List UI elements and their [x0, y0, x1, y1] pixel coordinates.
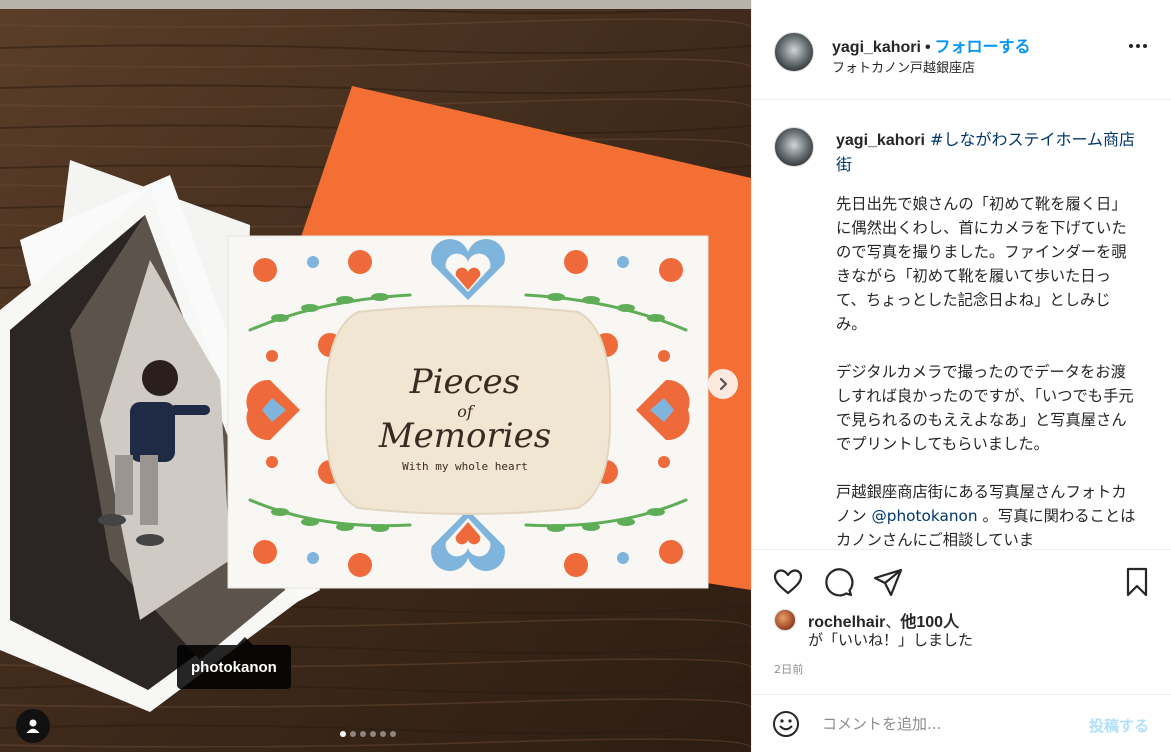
caption-mention[interactable]: @photokanon [871, 507, 977, 525]
greeting-card: Pieces of Memories With my whole heart [227, 235, 709, 589]
carousel-dot [370, 731, 376, 737]
user-tag-label[interactable]: photokanon [177, 637, 291, 689]
post-location[interactable]: フォトカノン戸越銀座店 [832, 57, 975, 76]
bookmark-icon[interactable] [1121, 566, 1153, 598]
caption-avatar[interactable] [774, 127, 814, 167]
post-comment-button[interactable]: 投稿する [1089, 715, 1149, 736]
caption-paragraph-1: 先日出先で娘さんの「初めて靴を履く日」に偶然出くわし、首にカメラを下げていたので… [836, 195, 1127, 333]
share-icon[interactable] [872, 566, 904, 598]
card-title-line2: Memories [378, 416, 551, 456]
heart-icon[interactable] [772, 566, 804, 598]
card-title-line1: Pieces [409, 362, 520, 402]
show-tags-button[interactable] [16, 709, 50, 743]
comment-bar: 投稿する [752, 694, 1171, 752]
caption-header: yagi_kahori #しながわステイホーム商店街 [836, 128, 1136, 177]
carousel-dot [360, 731, 366, 737]
comment-icon[interactable] [822, 566, 854, 598]
carousel-dot [390, 731, 396, 737]
header-username[interactable]: yagi_kahori [832, 39, 921, 56]
caption-area: yagi_kahori #しながわステイホーム商店街 先日出先で娘さんの「初めて… [752, 101, 1171, 549]
post-media[interactable]: Pieces of Memories With my whole heart p… [0, 0, 751, 752]
media-top-strip [0, 0, 751, 9]
post-header: yagi_kahori • フォローする フォトカノン戸越銀座店 [752, 0, 1171, 100]
follow-button[interactable]: フォローする [935, 39, 1031, 56]
carousel-indicator [340, 731, 396, 737]
action-bar [752, 549, 1171, 617]
caption-paragraph-2: デジタルカメラで撮ったのでデータをお渡しすれば良かったのですが、「いつでも手元で… [836, 363, 1134, 453]
post-photo: Pieces of Memories With my whole heart [0, 9, 751, 752]
avatar[interactable] [774, 32, 814, 72]
caption-username[interactable]: yagi_kahori [836, 132, 925, 149]
caption-text: 先日出先で娘さんの「初めて靴を履く日」に偶然出くわし、首にカメラを下げていたので… [836, 192, 1136, 549]
avatar[interactable] [774, 609, 796, 631]
header-user-line: yagi_kahori • フォローする [832, 33, 1031, 57]
chevron-right-icon [719, 377, 728, 391]
carousel-dot [350, 731, 356, 737]
carousel-dot [340, 731, 346, 737]
next-image-button[interactable] [708, 369, 738, 399]
post-sidebar: yagi_kahori • フォローする フォトカノン戸越銀座店 yagi_kaho… [751, 0, 1171, 752]
caption-paragraph-3: 戸越銀座商店街にある写真屋さんフォトカノン @photokanon 。写真に関わ… [836, 480, 1136, 549]
emoji-icon[interactable] [772, 710, 800, 738]
comment-input[interactable] [822, 709, 1072, 739]
user-tag-icon [26, 719, 40, 733]
card-subtitle: With my whole heart [402, 460, 528, 473]
header-separator: • [924, 39, 931, 56]
post-timestamp[interactable]: 2日前 [774, 661, 804, 677]
more-icon[interactable] [1129, 44, 1147, 48]
carousel-dot [380, 731, 386, 737]
likes-line-2: が「いいね！」しました [808, 631, 974, 649]
